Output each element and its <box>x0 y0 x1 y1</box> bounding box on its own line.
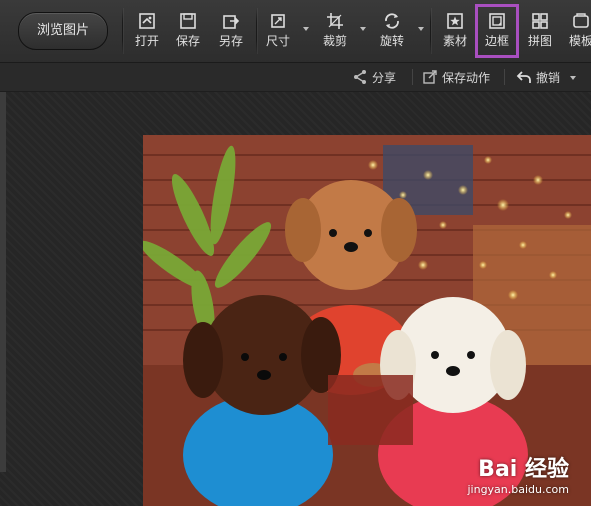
border-label: 边框 <box>484 34 509 48</box>
material-label: 素材 <box>442 34 467 48</box>
save-as-button[interactable]: 另存 <box>213 8 249 54</box>
toolbar-separator <box>122 8 123 54</box>
resize-icon <box>271 14 285 28</box>
rotate-dropdown-caret-icon[interactable] <box>418 27 424 31</box>
left-panel-edge <box>0 92 6 472</box>
save-action-label: 保存动作 <box>442 71 491 85</box>
resize-dropdown-caret-icon[interactable] <box>303 27 309 31</box>
undo-icon <box>516 71 531 83</box>
collage-label: 拼图 <box>527 34 552 48</box>
crop-dropdown-caret-icon[interactable] <box>360 27 366 31</box>
open-icon <box>139 13 155 29</box>
save-action-button[interactable]: 保存动作 <box>422 69 490 85</box>
subbar-separator <box>504 69 505 85</box>
undo-dropdown-caret-icon[interactable] <box>569 76 576 80</box>
subbar-separator <box>412 69 413 85</box>
share-icon <box>354 70 366 84</box>
toolbar-separator <box>430 8 431 54</box>
baidu-jingyan-watermark: Bai 经验 jingyan.baidu.com <box>467 451 569 496</box>
watermark-logo: Bai 经验 <box>478 457 569 482</box>
save-label: 保存 <box>175 34 200 48</box>
resize-button[interactable]: 尺寸 <box>260 8 296 54</box>
browse-images-button[interactable]: 浏览图片 <box>18 12 108 50</box>
toolbar-separator <box>256 8 257 54</box>
rotate-icon <box>385 13 399 29</box>
crop-icon <box>327 13 343 29</box>
template-button[interactable]: 模板 <box>563 8 591 54</box>
border-button[interactable]: 边框 <box>475 4 519 58</box>
share-label: 分享 <box>372 71 397 85</box>
template-icon <box>573 13 589 28</box>
undo-label: 撤销 <box>536 71 561 85</box>
secondary-toolbar: 分享 保存动作 撤销 <box>0 63 591 92</box>
share-button[interactable]: 分享 <box>352 69 396 85</box>
resize-label: 尺寸 <box>265 34 290 48</box>
collage-button[interactable]: 拼图 <box>522 8 558 54</box>
open-label: 打开 <box>134 34 159 48</box>
material-button[interactable]: 素材 <box>437 8 473 54</box>
watermark-url: jingyan.baidu.com <box>467 483 569 496</box>
edited-photo: Bai 经验 jingyan.baidu.com <box>143 135 591 506</box>
template-label: 模板 <box>568 34 591 48</box>
save-as-icon <box>223 15 240 29</box>
border-icon <box>489 13 505 29</box>
collage-icon <box>532 13 548 29</box>
crop-button[interactable]: 裁剪 <box>317 8 353 54</box>
rotate-button[interactable]: 旋转 <box>374 8 410 54</box>
material-icon <box>447 13 463 29</box>
open-button[interactable]: 打开 <box>129 8 165 54</box>
save-icon <box>180 13 196 29</box>
save-button[interactable]: 保存 <box>170 8 206 54</box>
save-action-icon <box>423 70 437 84</box>
save-as-label: 另存 <box>218 34 243 48</box>
undo-button[interactable]: 撤销 <box>516 69 576 85</box>
rotate-label: 旋转 <box>379 34 404 48</box>
main-toolbar: 浏览图片 打开 保存 另存 尺寸 裁剪 旋转 素材 边框 拼图 模板 <box>0 0 591 63</box>
crop-label: 裁剪 <box>322 34 347 48</box>
